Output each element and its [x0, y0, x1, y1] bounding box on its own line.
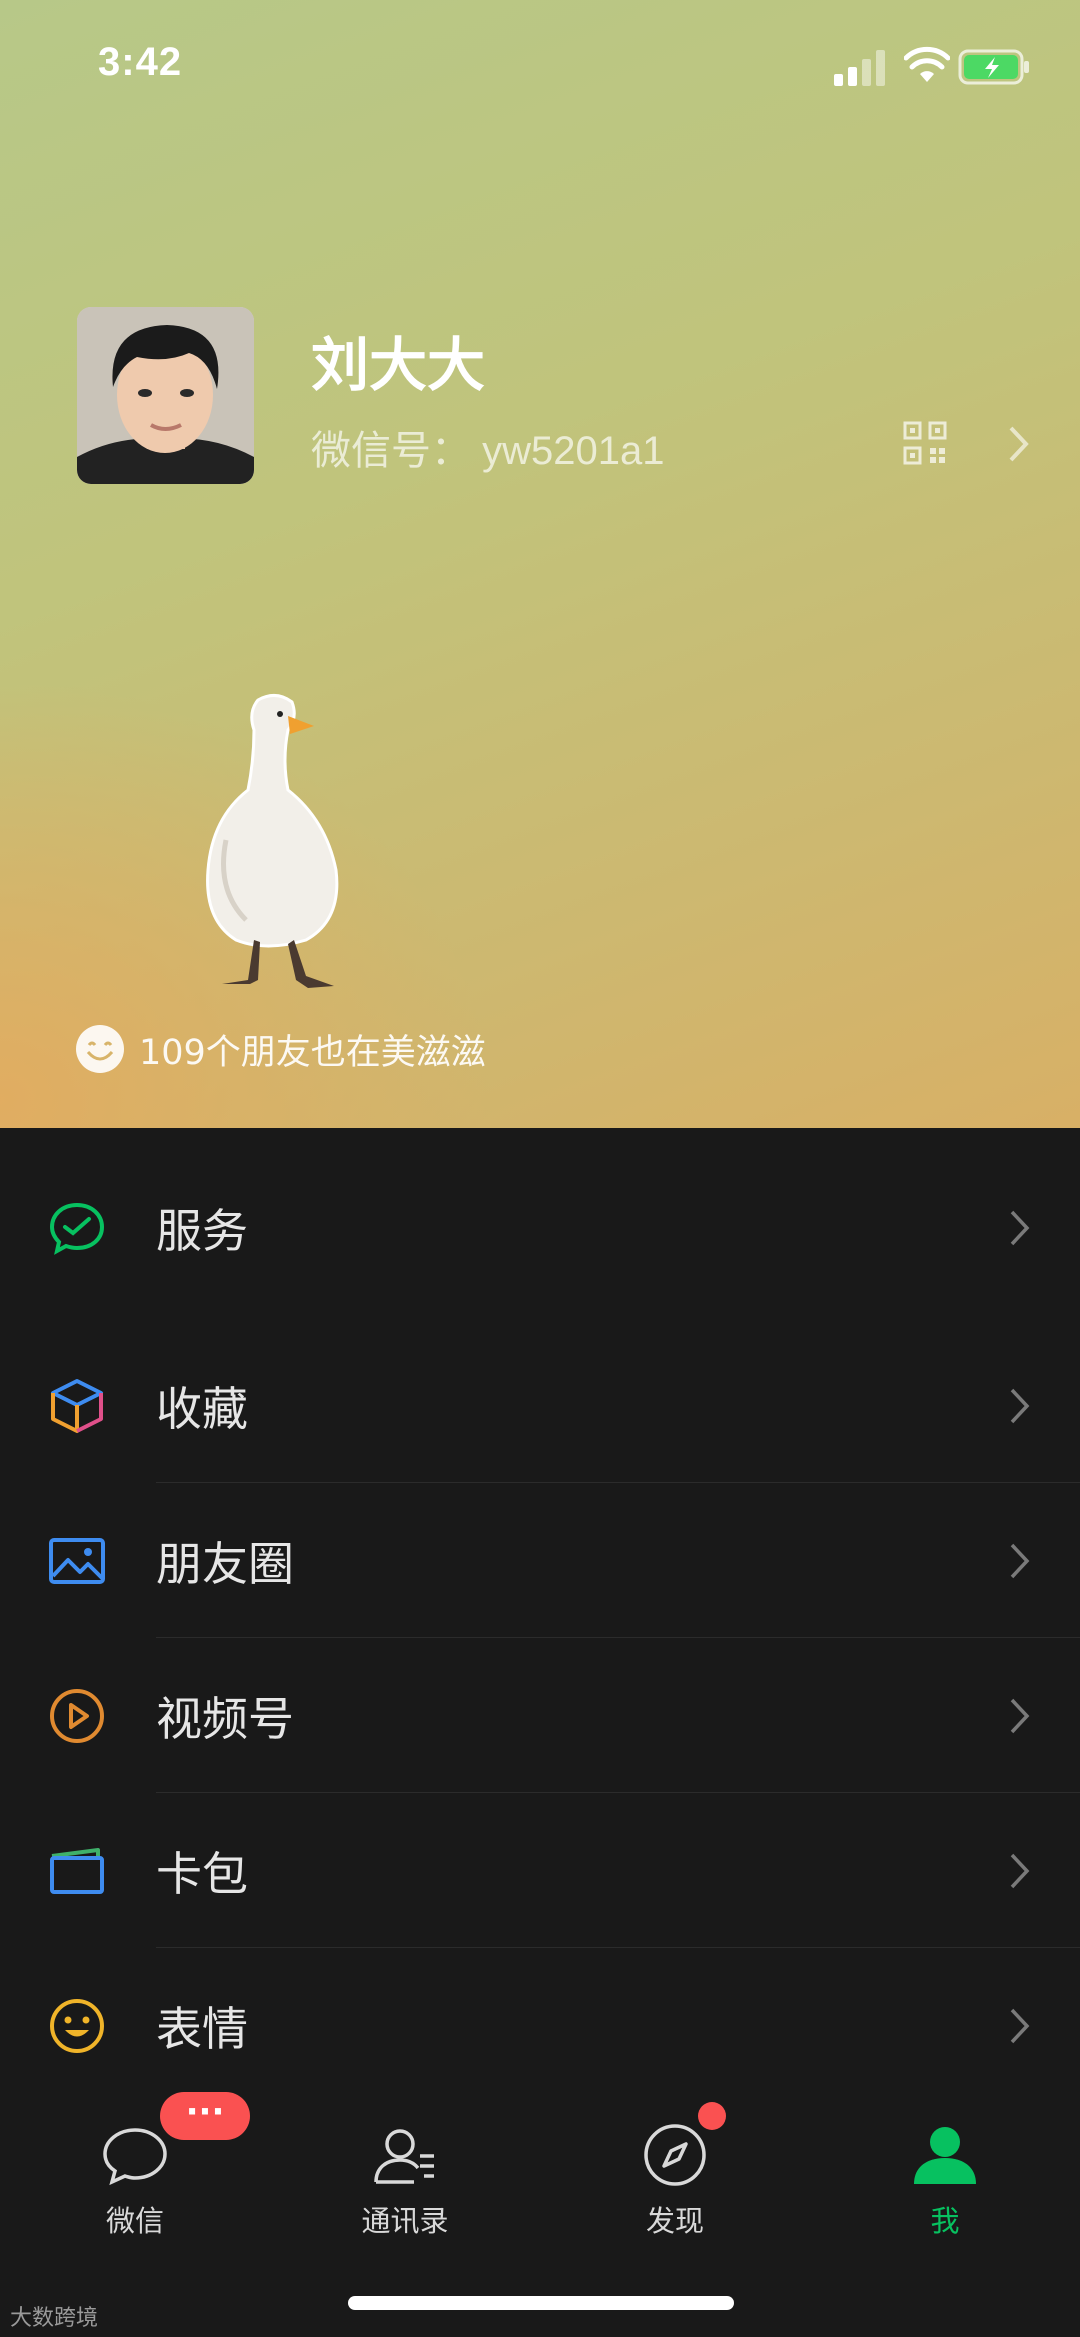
qr-code-icon[interactable] [903, 421, 947, 465]
menu-item-services[interactable]: 服务 [0, 1150, 1080, 1305]
menu-group-services: 服务 [0, 1150, 1080, 1304]
menu-item-stickers[interactable]: 表情 [0, 1948, 1080, 2103]
menu-label: 收藏 [156, 1381, 248, 1436]
watermark-text: 大数跨境 [10, 2306, 99, 2331]
compass-icon [644, 2124, 706, 2186]
unread-badge: ··· [160, 2092, 250, 2140]
chevron-right-icon [1010, 1543, 1030, 1578]
menu-item-moments[interactable]: 朋友圈 [0, 1483, 1080, 1638]
card-wallet-icon [50, 1847, 104, 1894]
battery-charging-icon [958, 49, 1029, 85]
contacts-icon [374, 2129, 434, 2184]
person-icon [914, 2127, 976, 2184]
chevron-right-icon [1010, 1698, 1030, 1733]
menu-label: 表情 [156, 2001, 248, 2056]
moments-image-icon [49, 1537, 105, 1584]
wifi-icon [904, 46, 950, 82]
emoji-icon [50, 1998, 104, 2053]
tab-label: 通讯录 [361, 2204, 449, 2238]
chat-bubble-icon [103, 2128, 167, 2186]
chevron-right-icon [1010, 1853, 1030, 1888]
menu-item-channels[interactable]: 视频号 [0, 1638, 1080, 1793]
watermark: 大数跨境 [10, 2300, 98, 2332]
status-bar: 3:42 [0, 0, 1080, 140]
goose-sticker[interactable] [196, 690, 356, 990]
tab-label: 发现 [645, 2204, 704, 2238]
chevron-right-icon [1010, 1210, 1030, 1245]
discover-red-dot [698, 2102, 726, 2130]
menu-label: 朋友圈 [156, 1536, 294, 1591]
signal-icon [834, 50, 885, 86]
tab-me[interactable]: 我 [845, 2088, 1045, 2258]
service-icon [49, 1202, 105, 1255]
tab-discover[interactable]: 发现 [575, 2088, 775, 2258]
menu-label: 服务 [156, 1203, 248, 1258]
tab-label: 微信 [105, 2204, 164, 2238]
tab-contacts[interactable]: 通讯录 [305, 2088, 505, 2258]
status-time: 3:42 [98, 40, 183, 84]
channels-play-icon [50, 1688, 104, 1743]
avatar[interactable] [77, 307, 254, 484]
profile-name: 刘大大 [311, 331, 486, 399]
menu-group-main: 收藏 朋友圈 视频号 卡包 表情 [0, 1328, 1080, 2088]
chevron-right-icon [1010, 2008, 1030, 2043]
home-indicator[interactable] [348, 2296, 734, 2310]
chevron-right-icon[interactable] [1006, 424, 1032, 464]
friends-status-text: 109个朋友也在美滋滋 [139, 1032, 486, 1073]
menu-item-card-wallet[interactable]: 卡包 [0, 1793, 1080, 1948]
profile-header[interactable]: 3:42 刘大大 微信号： yw5201a1 109个朋友也在美滋滋 [0, 0, 1080, 1128]
menu-label: 视频号 [156, 1691, 294, 1746]
tab-label: 我 [930, 2204, 960, 2238]
avatar-photo [77, 307, 254, 484]
wechat-id: 微信号： yw5201a1 [311, 429, 665, 473]
favorites-cube-icon [51, 1378, 103, 1433]
smile-icon [76, 1025, 124, 1073]
chevron-right-icon [1010, 1388, 1030, 1423]
menu-item-favorites[interactable]: 收藏 [0, 1328, 1080, 1483]
friends-status[interactable]: 109个朋友也在美滋滋 [75, 1022, 486, 1076]
menu-label: 卡包 [156, 1846, 248, 1901]
